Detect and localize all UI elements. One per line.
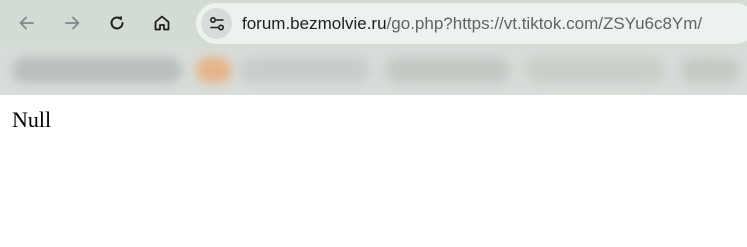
reload-button[interactable] [101,7,133,39]
forward-button[interactable] [56,7,88,39]
url-path: /go.php?https://vt.tiktok.com/ZSYu6c8Ym/ [386,14,703,33]
bookmark-item-blurred[interactable] [525,57,665,83]
bookmark-item-blurred[interactable] [240,57,370,83]
browser-toolbar: forum.bezmolvie.ru/go.php?https://vt.tik… [0,0,747,47]
page-content: Null [0,95,747,247]
site-info-button[interactable] [201,8,232,39]
bookmark-item-blurred[interactable] [12,57,182,83]
tune-icon [209,16,224,31]
bookmark-item-blurred[interactable] [196,57,232,83]
bookmark-item-blurred[interactable] [385,57,510,83]
bookmarks-bar [0,47,747,95]
home-icon [154,15,170,31]
address-bar[interactable]: forum.bezmolvie.ru/go.php?https://vt.tik… [196,3,747,44]
arrow-right-icon [65,16,80,30]
home-button[interactable] [146,7,178,39]
arrow-left-icon [19,16,34,30]
url-host: forum.bezmolvie.ru [242,14,387,33]
bookmark-item-blurred[interactable] [680,57,740,83]
back-button[interactable] [11,7,43,39]
page-body-text: Null [12,107,52,132]
reload-icon [110,16,124,30]
url-text[interactable]: forum.bezmolvie.ru/go.php?https://vt.tik… [242,3,702,44]
